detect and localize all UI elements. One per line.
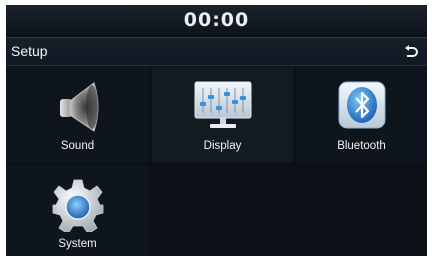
setup-menu-grid: Sound Display Bluetooth System xyxy=(6,67,427,256)
gear-icon xyxy=(52,179,103,232)
menu-item-label: Bluetooth xyxy=(337,140,386,152)
status-bar: 00:00 xyxy=(6,5,427,34)
back-button[interactable] xyxy=(401,42,421,62)
back-arrow-icon xyxy=(405,45,418,57)
display-equalizer-icon xyxy=(194,81,251,128)
menu-item-display[interactable]: Display xyxy=(152,67,293,162)
head-unit-screen: 00:00 Setup Sound Display Bluetooth Syst… xyxy=(6,5,427,256)
menu-item-label: System xyxy=(58,238,97,250)
speaker-icon xyxy=(59,82,98,132)
bluetooth-icon xyxy=(338,81,385,129)
menu-item-sound[interactable]: Sound xyxy=(6,67,149,162)
menu-item-system[interactable]: System xyxy=(6,166,149,256)
menu-item-label: Sound xyxy=(60,140,95,152)
menu-item-bluetooth[interactable]: Bluetooth xyxy=(296,67,427,162)
page-title: Setup xyxy=(11,43,48,59)
menu-item-label: Display xyxy=(203,140,242,152)
header-bar: Setup xyxy=(6,37,427,66)
clock: 00:00 xyxy=(183,8,250,31)
